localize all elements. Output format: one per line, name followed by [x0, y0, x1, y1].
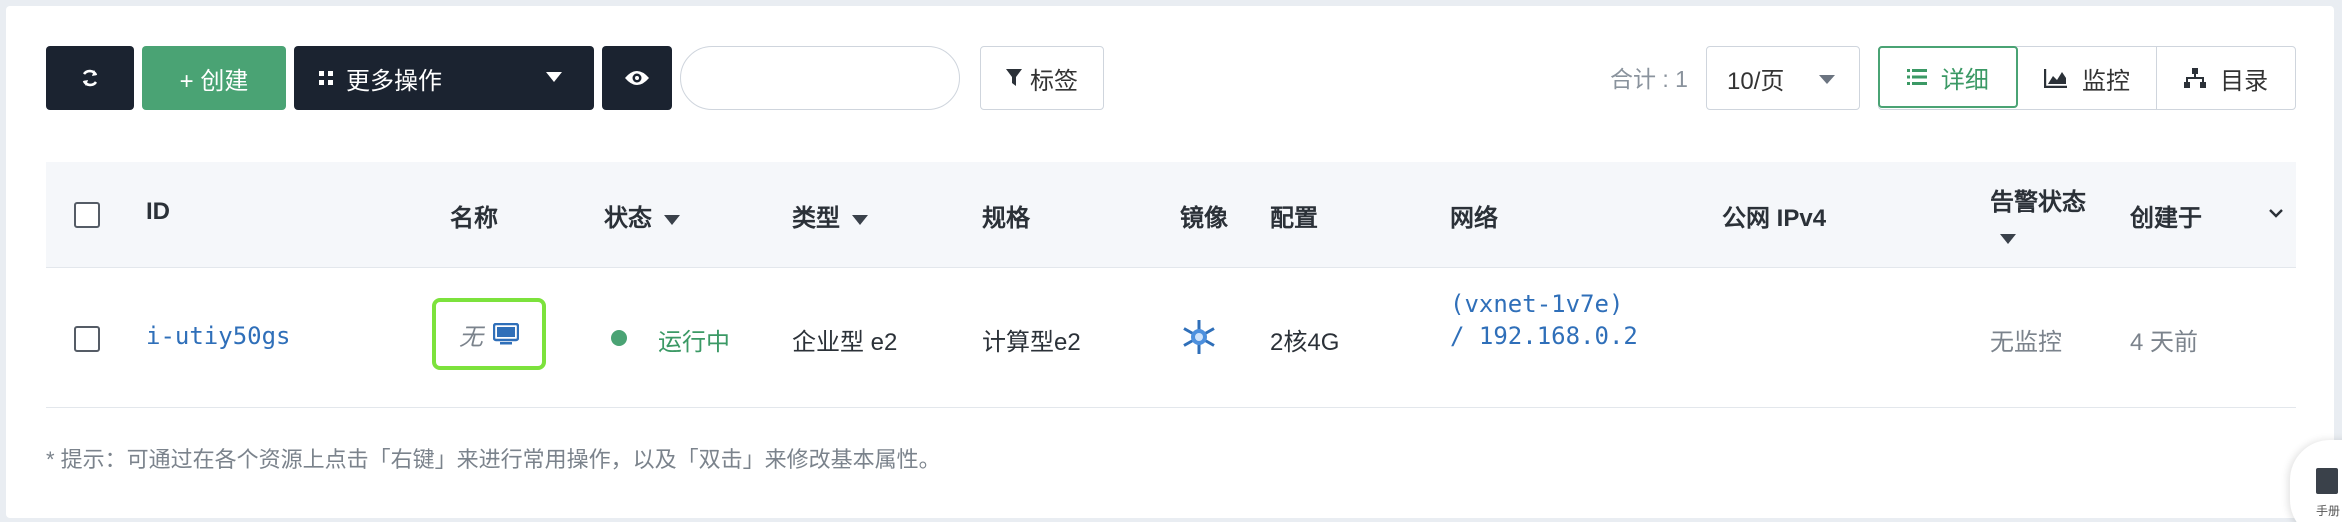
chevron-down-icon [2000, 233, 2016, 244]
header-type[interactable]: 类型 [792, 198, 868, 233]
chevron-down-icon [852, 214, 868, 225]
snowflake-icon[interactable] [1180, 318, 1218, 356]
header-public-ip: 公网 IPv4 [1722, 205, 1827, 232]
instance-id-link[interactable]: i-utiy50gs [146, 322, 291, 350]
header-network: 网络 [1450, 205, 1498, 232]
header-status-label: 状态 [604, 205, 652, 232]
header-id: ID [146, 198, 170, 225]
header-status[interactable]: 状态 [604, 198, 680, 233]
toggle-visibility-button[interactable] [602, 46, 672, 110]
instance-spec: 计算型e2 [982, 329, 1081, 356]
view-switcher: 详细 监控 目录 [1878, 46, 2296, 110]
view-monitor-label: 监控 [2082, 67, 2130, 95]
header-spec: 规格 [982, 205, 1030, 232]
header-alarm-label: 告警状态 [1990, 189, 2086, 216]
header-image: 镜像 [1180, 205, 1228, 232]
chevron-down-icon [664, 214, 680, 225]
create-label: + 创建 [179, 67, 249, 95]
refresh-button[interactable] [46, 46, 134, 110]
book-icon [2316, 468, 2338, 494]
view-detail-button[interactable]: 详细 [1878, 46, 2018, 108]
network-vxnet-link[interactable]: (vxnet-1v7e) [1450, 290, 1623, 318]
header-config: 配置 [1270, 205, 1318, 232]
instance-created: 4 天前 [2130, 329, 2199, 356]
header-created: 创建于 [2130, 205, 2202, 232]
view-monitor-button[interactable]: 监控 [2018, 47, 2158, 109]
instance-alarm-status: 无监控 [1990, 329, 2062, 356]
refresh-icon [82, 69, 98, 87]
header-name: 名称 [450, 205, 498, 232]
search-input[interactable] [680, 46, 960, 110]
usage-tip: * 提示：可通过在各个资源上点击「右键」来进行常用操作，以及「双击」来修改基本属… [46, 447, 941, 472]
chevron-down-icon [546, 72, 562, 82]
instance-name: 无 [459, 323, 483, 351]
list-icon [1906, 69, 1927, 85]
manual-label: 手册 [2316, 504, 2341, 518]
header-alarm[interactable]: 告警状态 [1990, 182, 2086, 245]
network-ip[interactable]: / 192.168.0.2 [1450, 322, 1638, 350]
table-row[interactable]: i-utiy50gs 无 运行中 企业型 e2 计算型e2 2核4G (vxne… [46, 268, 2296, 408]
sitemap-icon [2184, 68, 2207, 88]
select-all-checkbox[interactable] [74, 202, 100, 228]
tag-filter-button[interactable]: 标签 [980, 46, 1104, 110]
instance-status: 运行中 [658, 329, 730, 356]
page-size-value: 10/页 [1727, 67, 1785, 95]
eye-icon [625, 71, 649, 85]
more-actions-label: 更多操作 [346, 67, 442, 95]
status-dot [611, 330, 627, 346]
chevron-down-icon [1819, 75, 1835, 84]
chevron-down-icon[interactable] [2268, 208, 2284, 220]
create-button[interactable]: + 创建 [142, 46, 286, 110]
view-detail-label: 详细 [1940, 66, 1989, 94]
tag-label: 标签 [1030, 67, 1078, 95]
header-type-label: 类型 [792, 205, 840, 232]
instance-type: 企业型 e2 [792, 329, 898, 356]
instance-name-cell[interactable]: 无 [432, 298, 546, 370]
total-count: 合计 : 1 [1610, 66, 1688, 92]
grid-icon [319, 71, 333, 85]
instance-config: 2核4G [1270, 329, 1340, 356]
view-catalog-label: 目录 [2220, 67, 2269, 95]
page-size-select[interactable]: 10/页 [1706, 46, 1860, 110]
more-actions-dropdown[interactable]: 更多操作 [294, 46, 594, 110]
monitor-icon[interactable] [493, 323, 519, 345]
chart-icon [2044, 69, 2067, 88]
row-checkbox[interactable] [74, 326, 100, 352]
view-catalog-button[interactable]: 目录 [2157, 47, 2295, 109]
filter-icon [1006, 69, 1022, 86]
table-header: ID 名称 状态 类型 规格 镜像 配置 网络 公网 IPv4 告警状态 创建于 [46, 162, 2296, 268]
